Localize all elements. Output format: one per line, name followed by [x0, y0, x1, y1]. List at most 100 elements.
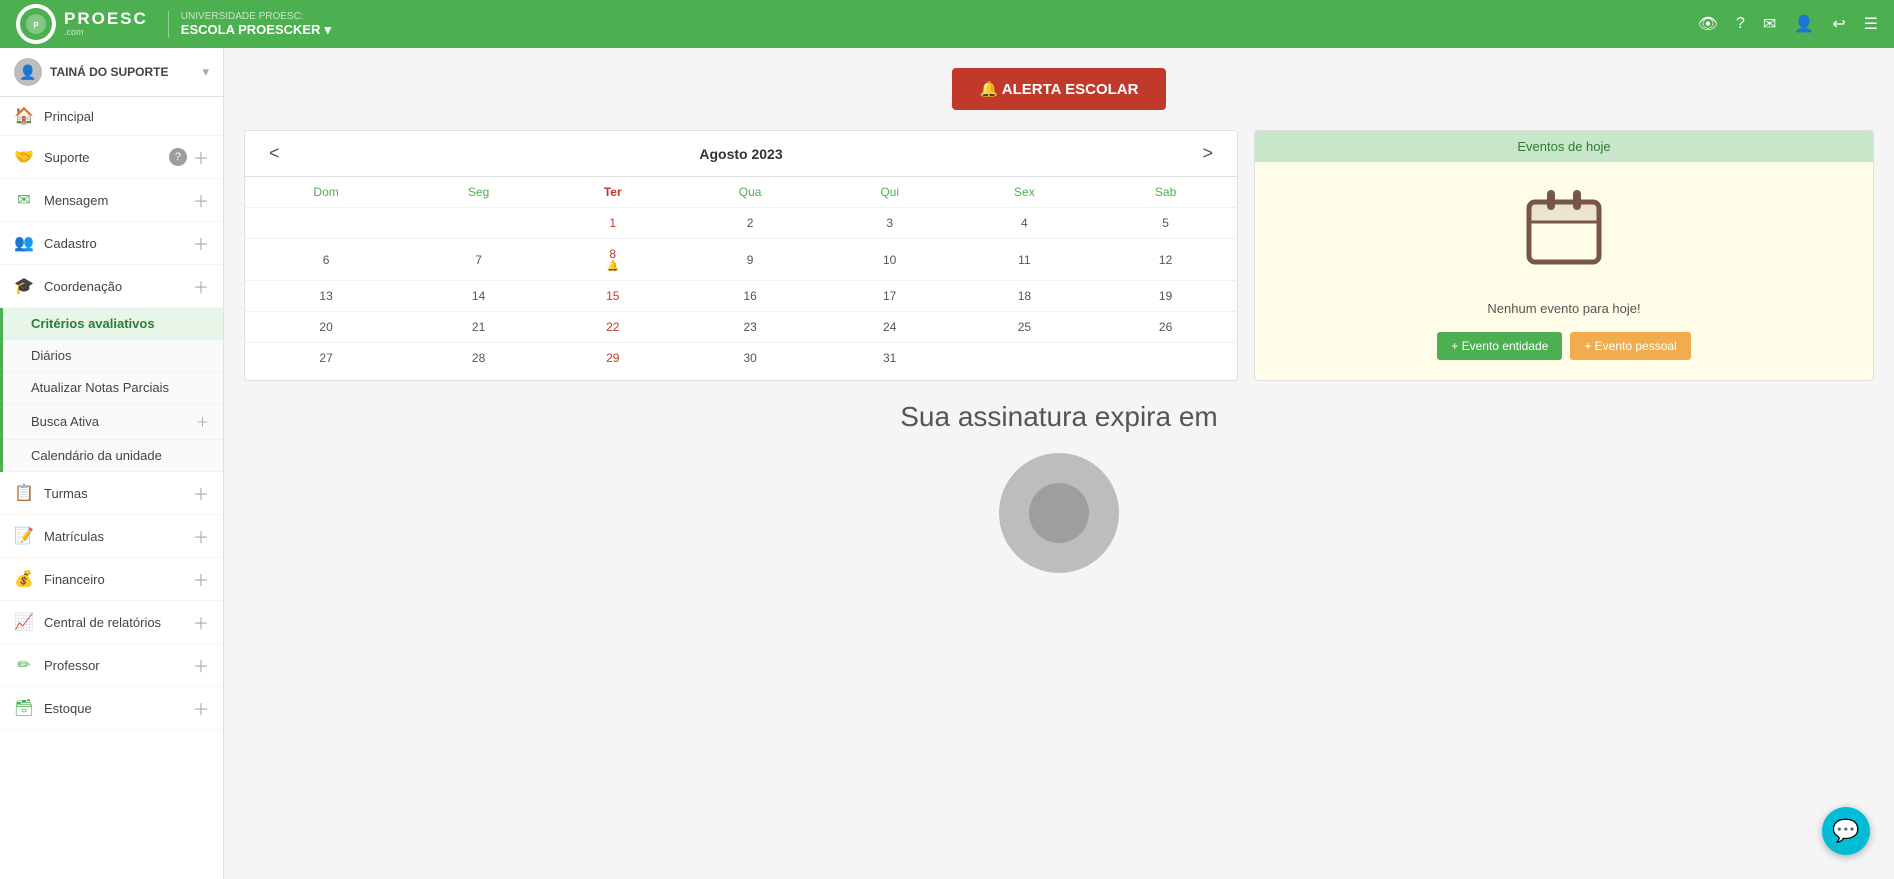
- sidebar-item-financeiro[interactable]: 💰 Financeiro ＋: [0, 558, 223, 601]
- financeiro-plus[interactable]: ＋: [193, 567, 209, 591]
- professor-plus[interactable]: ＋: [193, 653, 209, 677]
- eye-icon[interactable]: 👁: [1698, 14, 1718, 34]
- mensagem-plus[interactable]: ＋: [193, 188, 209, 212]
- cal-header-ter: Ter: [550, 177, 675, 208]
- avatar-inner: [1029, 483, 1089, 543]
- sidebar-label-mensagem: Mensagem: [44, 193, 108, 208]
- submenu-diarios[interactable]: Diários: [3, 340, 223, 372]
- relatorios-icon: 📈: [14, 612, 34, 632]
- alert-btn-row: 🔔 ALERTA ESCOLAR: [244, 68, 1874, 110]
- no-event-text: Nenhum evento para hoje!: [1487, 301, 1640, 316]
- add-entity-event-button[interactable]: + Evento entidade: [1437, 332, 1562, 360]
- mail-icon[interactable]: ✉: [1763, 14, 1776, 34]
- sidebar-item-mensagem[interactable]: ✉ Mensagem ＋: [0, 179, 223, 222]
- main-layout: 👤 TAINÁ DO SUPORTE ▾ 🏠 Principal 🤝 Supor…: [0, 48, 1894, 879]
- top-bar: P PROESC .com UNIVERSIDADE PROESC: ESCOL…: [0, 0, 1894, 48]
- busca-ativa-plus[interactable]: ＋: [196, 412, 209, 431]
- cal-header-sab: Sab: [1094, 177, 1237, 208]
- coordenacao-plus[interactable]: ＋: [193, 274, 209, 298]
- sidebar-label-financeiro: Financeiro: [44, 572, 105, 587]
- sidebar-label-relatorios: Central de relatórios: [44, 615, 161, 630]
- matriculas-plus[interactable]: ＋: [193, 524, 209, 548]
- alert-escolar-button[interactable]: 🔔 ALERTA ESCOLAR: [952, 68, 1167, 110]
- estoque-plus[interactable]: ＋: [193, 696, 209, 720]
- coordenacao-submenu: Critérios avaliativos Diários Atualizar …: [0, 308, 223, 472]
- submenu-calendario[interactable]: Calendário da unidade: [3, 440, 223, 472]
- sidebar-label-professor: Professor: [44, 658, 100, 673]
- cal-header-qua: Qua: [676, 177, 825, 208]
- calendar-title: Agosto 2023: [288, 146, 1195, 162]
- suporte-help-icon[interactable]: ?: [169, 148, 187, 166]
- sidebar-item-cadastro[interactable]: 👥 Cadastro ＋: [0, 222, 223, 265]
- user-icon[interactable]: 👤: [1794, 14, 1814, 34]
- top-bar-right: 👁 ? ✉ 👤 ↩ ☰: [1698, 14, 1878, 34]
- cadastro-plus[interactable]: ＋: [193, 231, 209, 255]
- submenu-criterios[interactable]: Critérios avaliativos: [3, 308, 223, 340]
- sidebar-item-suporte[interactable]: 🤝 Suporte ? ＋: [0, 136, 223, 179]
- menu-icon[interactable]: ☰: [1864, 14, 1878, 34]
- school-info: UNIVERSIDADE PROESC: ESCOLA PROESCKER ▾: [168, 11, 331, 38]
- sidebar-item-relatorios[interactable]: 📈 Central de relatórios ＋: [0, 601, 223, 644]
- user-bar[interactable]: 👤 TAINÁ DO SUPORTE ▾: [0, 48, 223, 97]
- user-dropdown-arrow[interactable]: ▾: [202, 64, 209, 80]
- table-row: 6 7 8🔔 9 10 11 12: [245, 239, 1237, 281]
- calendar-prev-button[interactable]: <: [261, 141, 288, 166]
- calendar-events-row: < Agosto 2023 > Dom Seg Ter Qua Qui Sex: [244, 130, 1874, 381]
- calendar-nav: < Agosto 2023 >: [245, 131, 1237, 176]
- add-personal-event-button[interactable]: + Evento pessoal: [1570, 332, 1690, 360]
- content-area: 🔔 ALERTA ESCOLAR < Agosto 2023 > Dom Seg…: [224, 48, 1894, 879]
- submenu-atualizar-notas[interactable]: Atualizar Notas Parciais: [3, 372, 223, 404]
- sidebar-item-turmas[interactable]: 📋 Turmas ＋: [0, 472, 223, 515]
- help-icon[interactable]: ?: [1736, 15, 1745, 33]
- events-header: Eventos de hoje: [1255, 131, 1873, 162]
- relatorios-plus[interactable]: ＋: [193, 610, 209, 634]
- suporte-plus[interactable]: ＋: [193, 145, 209, 169]
- sidebar-label-turmas: Turmas: [44, 486, 88, 501]
- logo-area: P PROESC .com: [16, 4, 148, 44]
- calendar-box: < Agosto 2023 > Dom Seg Ter Qua Qui Sex: [244, 130, 1238, 381]
- events-panel: Eventos de hoje Nenhum evento para hoje!: [1254, 130, 1874, 381]
- cal-header-dom: Dom: [245, 177, 407, 208]
- user-name: TAINÁ DO SUPORTE: [50, 65, 168, 79]
- sidebar: 👤 TAINÁ DO SUPORTE ▾ 🏠 Principal 🤝 Supor…: [0, 48, 224, 879]
- logout-icon[interactable]: ↩: [1832, 14, 1845, 34]
- calendar-next-button[interactable]: >: [1194, 141, 1221, 166]
- logo-circle: P: [16, 4, 56, 44]
- turmas-icon: 📋: [14, 483, 34, 503]
- chat-icon: 💬: [1832, 818, 1859, 844]
- avatar-placeholder: [999, 453, 1119, 573]
- table-row: 20 21 22 23 24 25 26: [245, 312, 1237, 343]
- cadastro-icon: 👥: [14, 233, 34, 253]
- sidebar-label-principal: Principal: [44, 109, 94, 124]
- chat-fab-button[interactable]: 💬: [1822, 807, 1870, 855]
- cal-header-seg: Seg: [407, 177, 550, 208]
- coordenacao-icon: 🎓: [14, 276, 34, 296]
- matriculas-icon: 📝: [14, 526, 34, 546]
- sidebar-item-estoque[interactable]: 🗃 Estoque ＋: [0, 687, 223, 730]
- sidebar-item-professor[interactable]: ✏ Professor ＋: [0, 644, 223, 687]
- sidebar-item-principal[interactable]: 🏠 Principal: [0, 97, 223, 136]
- logo-text: PROESC: [64, 10, 148, 29]
- financeiro-icon: 💰: [14, 569, 34, 589]
- professor-icon: ✏: [14, 655, 34, 675]
- bell-icon: 🔔: [554, 261, 671, 272]
- table-row: 27 28 29 30 31: [245, 343, 1237, 374]
- suporte-icon: 🤝: [14, 147, 34, 167]
- sidebar-item-matriculas[interactable]: 📝 Matrículas ＋: [0, 515, 223, 558]
- sidebar-item-coordenacao[interactable]: 🎓 Coordenação ＋: [0, 265, 223, 308]
- university-label: UNIVERSIDADE PROESC:: [181, 11, 331, 22]
- sidebar-label-coordenacao: Coordenação: [44, 279, 122, 294]
- sidebar-label-suporte: Suporte: [44, 150, 90, 165]
- school-name[interactable]: ESCOLA PROESCKER ▾: [181, 22, 331, 38]
- home-icon: 🏠: [14, 106, 34, 126]
- subscription-text: Sua assinatura expira em: [244, 401, 1874, 433]
- avatar: 👤: [14, 58, 42, 86]
- submenu-busca-ativa[interactable]: Busca Ativa ＋: [3, 404, 223, 440]
- calendar-big-icon: [1519, 182, 1609, 289]
- table-row: 13 14 15 16 17 18 19: [245, 281, 1237, 312]
- table-row: 1 2 3 4 5: [245, 208, 1237, 239]
- turmas-plus[interactable]: ＋: [193, 481, 209, 505]
- sidebar-label-cadastro: Cadastro: [44, 236, 97, 251]
- events-btns: + Evento entidade + Evento pessoal: [1437, 332, 1690, 360]
- cal-header-qui: Qui: [825, 177, 955, 208]
